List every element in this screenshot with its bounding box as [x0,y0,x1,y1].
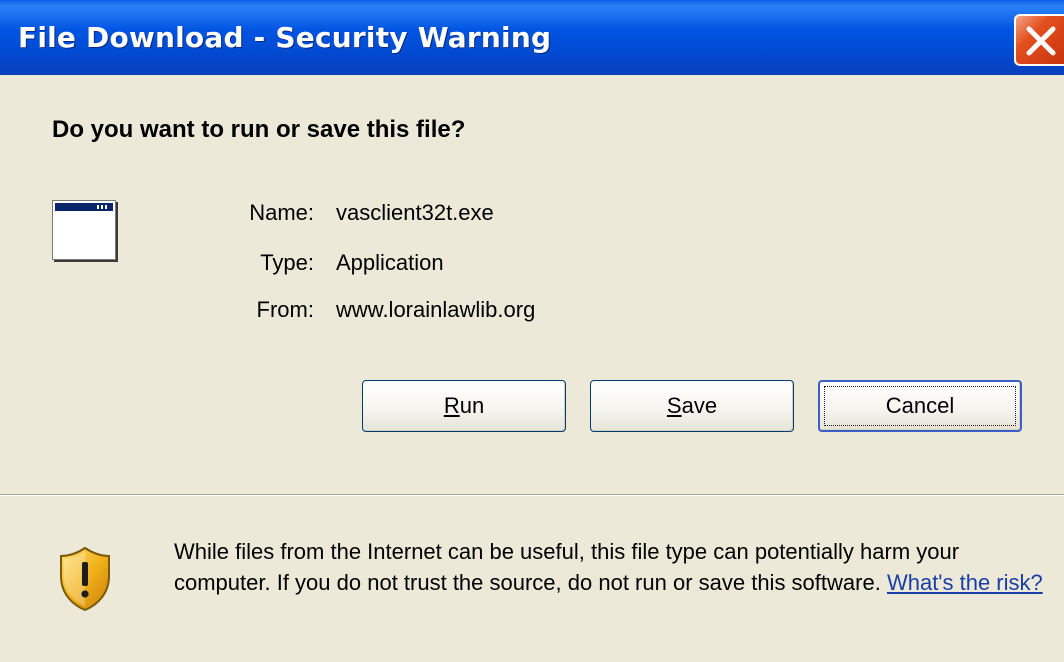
run-accelerator: R [443,393,460,418]
close-button[interactable] [1014,14,1064,66]
file-name-value: vasclient32t.exe [336,200,494,225]
name-label: Name: [249,200,314,225]
whats-the-risk-link[interactable]: What's the risk? [887,570,1043,595]
focus-rectangle [824,386,1016,426]
run-label-rest: un [459,393,485,418]
file-source-value: www.lorainlawlib.org [336,297,536,322]
close-icon [1026,26,1056,56]
run-button[interactable]: Run [362,380,566,432]
security-warning-dialog: File Download - Security Warning Do you … [0,0,1064,662]
dialog-title: File Download - Security Warning [18,21,552,54]
type-label: Type: [260,250,314,275]
cancel-button[interactable]: Cancel [818,380,1022,432]
warning-text: While files from the Internet can be use… [174,539,960,595]
title-bar[interactable]: File Download - Security Warning [0,0,1064,75]
security-shield-icon [60,546,110,612]
save-button[interactable]: Save [590,380,794,432]
application-window-icon [52,200,116,260]
save-label-rest: ave [681,393,718,418]
section-divider-highlight [0,495,1064,496]
from-label: From: [256,297,314,322]
app-icon-buttons [97,205,109,209]
file-type-value: Application [336,250,444,275]
security-warning-message: While files from the Internet can be use… [174,536,1044,598]
run-save-question: Do you want to run or save this file? [52,116,466,143]
save-accelerator: S [666,393,682,418]
